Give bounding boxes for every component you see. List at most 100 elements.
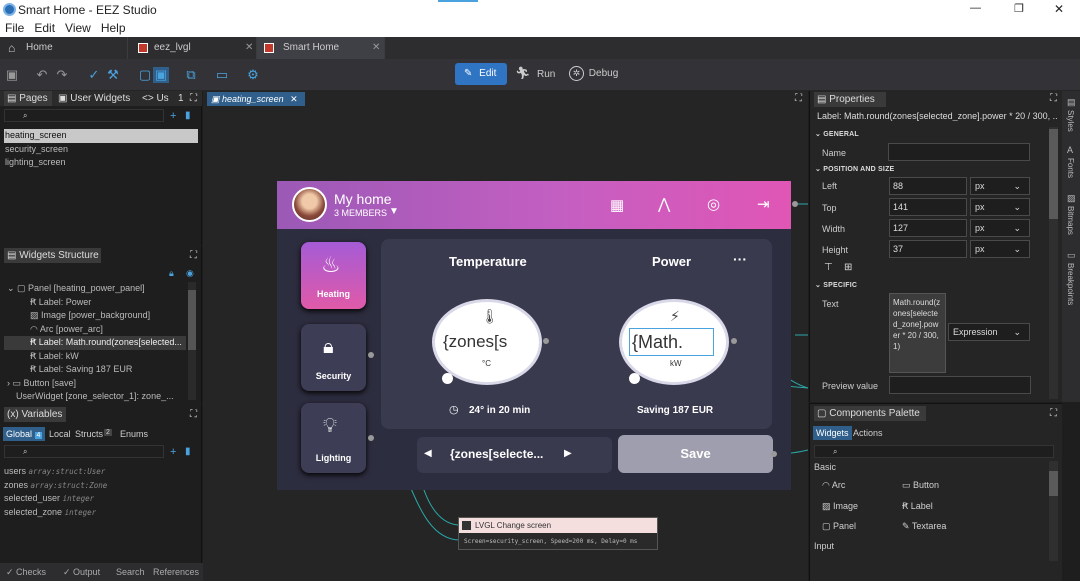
text-expression-input[interactable]: Math.round(zones[selected_zone].power * … (889, 293, 946, 373)
resize-icon[interactable]: ⊞ (844, 262, 852, 273)
flow-port[interactable] (792, 201, 798, 207)
tab-styles[interactable]: Styles (1066, 110, 1075, 132)
zone-selector-label: {zones[selecte... (450, 447, 544, 461)
heater-icon: ♨ (321, 252, 341, 277)
tab-breakpoints[interactable]: Breakpoints (1066, 263, 1075, 305)
components-search-input[interactable]: ⌕ (814, 445, 1054, 458)
dropdown-caret-icon[interactable]: ▼ (389, 206, 399, 217)
top-input[interactable]: 141 (889, 198, 967, 216)
power-unit: kW (670, 359, 682, 368)
chevron-down-icon: ⌄ (1013, 244, 1021, 254)
flow-port[interactable] (771, 451, 777, 457)
components-title: Components Palette (829, 408, 920, 419)
preview-value-label: Preview value (822, 381, 879, 391)
section-specific-label: SPECIFIC (823, 282, 858, 289)
home-title: My home (334, 191, 392, 207)
power-title: Power (652, 254, 692, 269)
section-position[interactable]: ⌄ POSITION AND SIZE (815, 165, 894, 173)
flow-port[interactable] (543, 338, 549, 344)
section-position-label: POSITION AND SIZE (823, 166, 895, 173)
panel-label: Panel (833, 521, 857, 531)
preview-value-input[interactable] (889, 376, 1031, 394)
flow-port[interactable] (368, 352, 374, 358)
button-component[interactable]: ▭ Button (902, 480, 939, 491)
calendar-icon[interactable]: ▦ (610, 196, 624, 214)
previous-zone-icon[interactable]: ◀ (424, 448, 432, 459)
avatar (292, 187, 327, 222)
logout-icon[interactable]: ⇥ (757, 195, 770, 213)
heating-power-panel[interactable]: Temperature Power ··· 🌡︎ {zones[s °C ⚡︎ … (381, 239, 772, 429)
tab-widgets[interactable]: Widgets (813, 426, 852, 440)
power-arc-knob[interactable] (629, 373, 640, 384)
screen-preview[interactable]: My home 3 MEMBERS ▼ ▦ ⋀ ◎ ⇥ ♨ Heating 🔒︎… (277, 181, 791, 490)
nav-heating-button[interactable]: ♨ Heating (301, 242, 366, 309)
more-options-icon[interactable]: ··· (733, 251, 747, 267)
nav-security-label: Security (315, 371, 352, 381)
panel-component[interactable]: ▢ Panel (822, 521, 856, 532)
unit-value: px (975, 244, 985, 254)
components-scrollbar[interactable] (1049, 461, 1058, 561)
section-specific[interactable]: ⌄ SPECIFIC (815, 281, 857, 289)
save-button-label: Save (680, 446, 711, 461)
left-unit-select[interactable]: px ⌄ (970, 177, 1030, 195)
flow-port[interactable] (731, 338, 737, 344)
chevron-down-icon: ⌄ (1013, 202, 1021, 212)
align-icon[interactable]: ⊤ (824, 262, 833, 273)
target-icon[interactable]: ◎ (707, 195, 720, 213)
maximize-panel-icon[interactable]: ⛶ (1050, 93, 1057, 104)
textarea-component[interactable]: ✎ Textarea (902, 521, 946, 532)
basic-group-label: Basic (814, 462, 837, 472)
width-unit-select[interactable]: px ⌄ (970, 219, 1030, 237)
flow-node-body: Screen=security_screen, Speed=200 ms, De… (464, 538, 638, 545)
temperature-arc-knob[interactable] (442, 373, 453, 384)
top-label: Top (822, 203, 837, 213)
left-input[interactable]: 88 (889, 177, 967, 195)
section-general[interactable]: ⌄ GENERAL (815, 130, 859, 138)
breakpoints-icon: ▭ (1067, 250, 1076, 260)
side-tabs (1062, 91, 1080, 402)
lock-icon: 🔒︎ (323, 336, 334, 358)
temperature-unit: °C (482, 359, 491, 368)
tab-actions[interactable]: Actions (853, 428, 883, 438)
zone-selector[interactable]: ◀ {zones[selecte... ▶ (417, 437, 612, 473)
properties-icon: ▤ (817, 94, 827, 105)
image-component[interactable]: ▨ Image (822, 501, 858, 512)
flow-node-change-screen[interactable]: LVGL Change screen Screen=security_scree… (458, 517, 658, 550)
save-button[interactable]: Save (618, 435, 773, 473)
tab-fonts[interactable]: Fonts (1066, 158, 1075, 178)
name-input[interactable] (888, 143, 1030, 161)
input-group-label: Input (814, 541, 835, 551)
label-component[interactable]: Ꞧ Label (902, 501, 933, 512)
temperature-info: 24° in 20 min (469, 405, 531, 416)
properties-subtitle: Label: Math.round(zones[selected_zone].p… (817, 111, 1057, 121)
temperature-value: {zones[s (443, 332, 508, 351)
members-label[interactable]: 3 MEMBERS (334, 208, 387, 218)
clock-icon: ◷ (449, 404, 459, 416)
flow-node-header: LVGL Change screen (459, 518, 657, 533)
flow-port[interactable] (368, 435, 374, 441)
next-zone-icon[interactable]: ▶ (564, 448, 572, 459)
power-info: Saving 187 EUR (637, 405, 714, 416)
name-label: Name (822, 148, 847, 158)
network-icon[interactable]: ⋀ (658, 195, 670, 213)
unit-value: px (975, 223, 985, 233)
maximize-panel-icon[interactable]: ⛶ (1050, 408, 1057, 419)
height-label: Height (822, 245, 849, 255)
arc-component[interactable]: ◠ Arc (822, 480, 845, 491)
text-type-select[interactable]: Expression ⌄ (948, 323, 1030, 341)
width-input[interactable]: 127 (889, 219, 967, 237)
section-general-label: GENERAL (823, 131, 859, 138)
chevron-down-icon: ⌄ (1013, 327, 1021, 337)
tab-bitmaps[interactable]: Bitmaps (1066, 206, 1075, 235)
lightbulb-icon: 💡︎ (323, 415, 337, 437)
chevron-down-icon: ⌄ (1013, 223, 1021, 233)
arc-label: Arc (831, 480, 846, 490)
nav-security-button[interactable]: 🔒︎ Security (301, 324, 366, 391)
bitmaps-icon: ▨ (1067, 193, 1076, 203)
nav-lighting-label: Lighting (315, 453, 352, 463)
properties-scrollbar[interactable] (1049, 127, 1058, 399)
height-unit-select[interactable]: px ⌄ (970, 240, 1030, 258)
height-input[interactable]: 37 (889, 240, 967, 258)
nav-lighting-button[interactable]: 💡︎ Lighting (301, 403, 366, 473)
top-unit-select[interactable]: px ⌄ (970, 198, 1030, 216)
